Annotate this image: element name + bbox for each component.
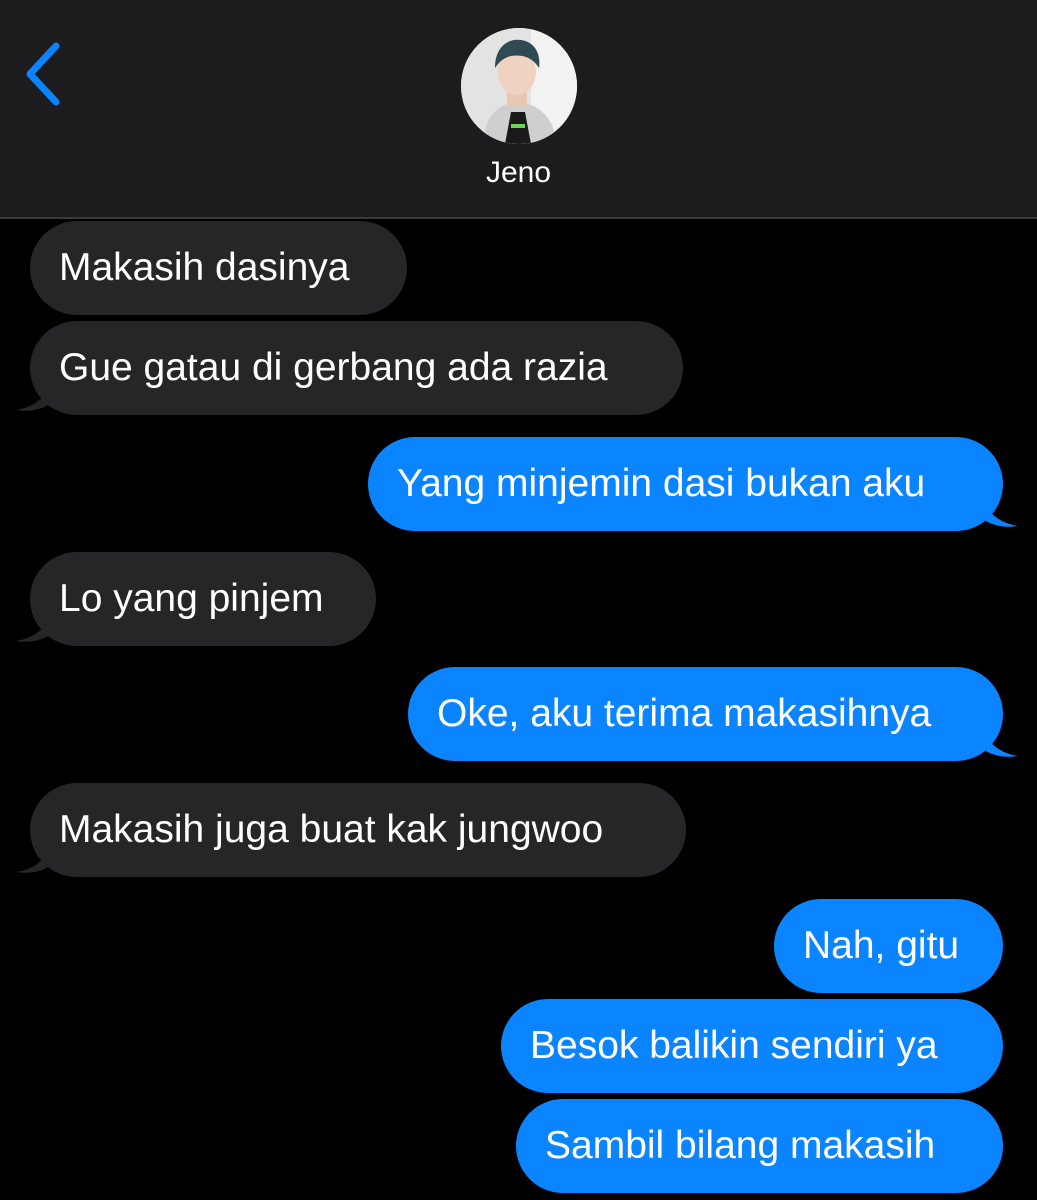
received-message-bubble[interactable]: Lo yang pinjem [30,552,376,646]
message-text: Yang minjemin dasi bukan aku [397,462,926,505]
sent-message-bubble[interactable]: Besok balikin sendiri ya [501,999,1003,1093]
message-text: Sambil bilang makasih [545,1124,936,1167]
received-message-bubble[interactable]: Makasih juga buat kak jungwoo [30,783,686,877]
received-message-bubble[interactable]: Makasih dasinya [30,221,407,315]
message-text: Besok balikin sendiri ya [530,1024,938,1067]
contact-avatar-photo [461,28,577,144]
message-text: Makasih juga buat kak jungwoo [59,808,604,851]
chevron-left-icon [26,42,60,106]
contact-name[interactable]: Jeno [0,156,1037,190]
sent-message-bubble[interactable]: Oke, aku terima makasihnya [408,667,1003,761]
back-button[interactable] [18,38,78,118]
message-text: Lo yang pinjem [59,577,324,620]
message-text: Makasih dasinya [59,246,350,289]
sent-message-bubble[interactable]: Sambil bilang makasih [516,1099,1003,1193]
conversation-header: Jeno [0,0,1037,219]
received-message-bubble[interactable]: Gue gatau di gerbang ada razia [30,321,683,415]
message-text: Gue gatau di gerbang ada razia [59,346,608,389]
message-text: Nah, gitu [803,924,960,967]
contact-avatar[interactable] [461,28,577,144]
sent-message-bubble[interactable]: Yang minjemin dasi bukan aku [368,437,1003,531]
sent-message-bubble[interactable]: Nah, gitu [774,899,1003,993]
message-text: Oke, aku terima makasihnya [437,692,932,735]
